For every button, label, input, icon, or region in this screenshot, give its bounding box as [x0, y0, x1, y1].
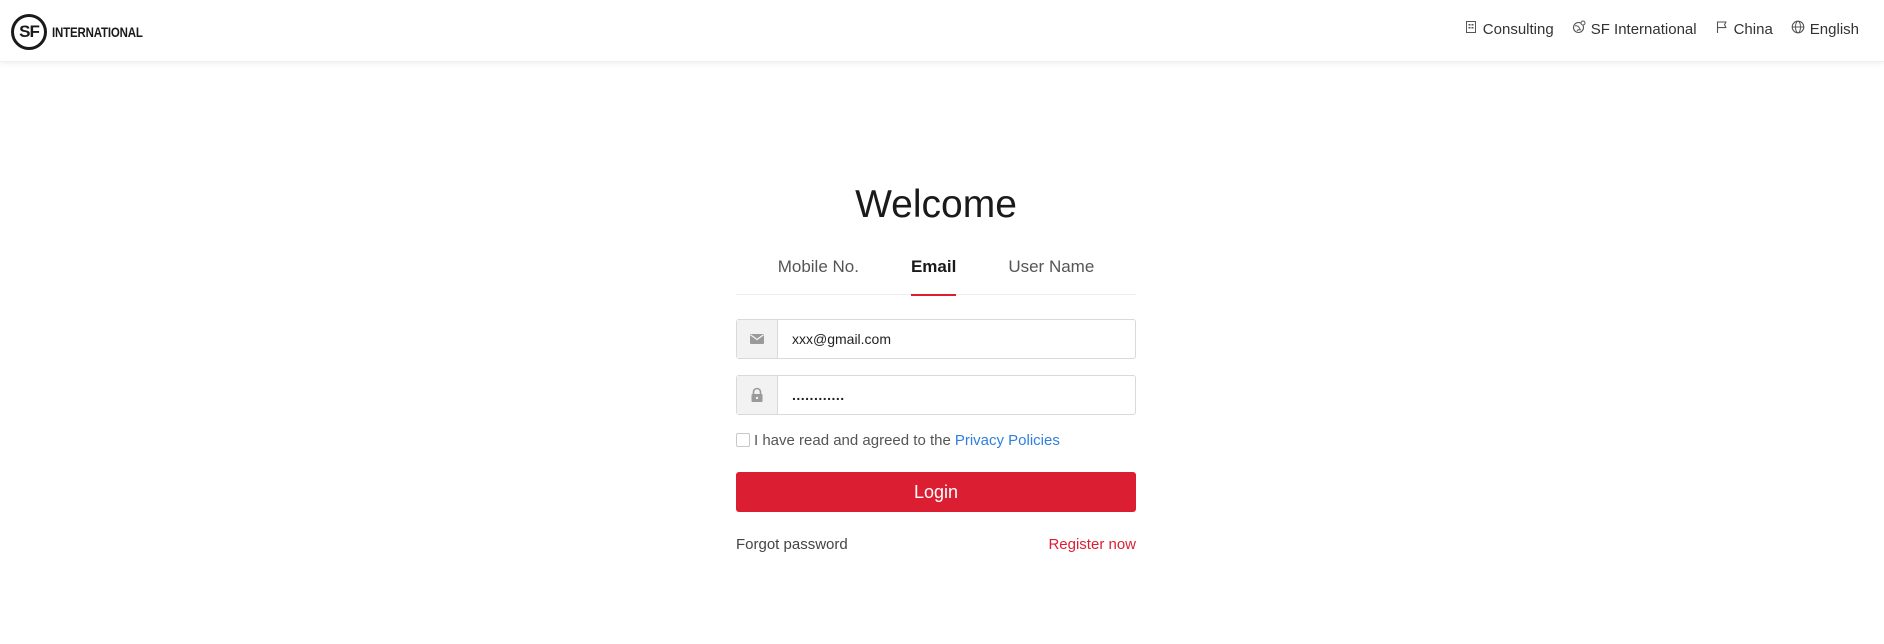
logo-text: INTERNATIONAL	[52, 24, 143, 40]
password-field-group	[736, 375, 1136, 415]
login-panel: Welcome Mobile No. Email User Name I hav…	[736, 180, 1136, 553]
page-title: Welcome	[855, 183, 1017, 226]
nav-english-label: English	[1809, 20, 1859, 38]
account-links: Forgot password Register now	[736, 536, 1136, 553]
globe-icon	[1791, 20, 1805, 38]
email-input[interactable]	[778, 320, 1135, 358]
top-header: SF INTERNATIONAL Consulting SF Internati…	[0, 0, 1884, 62]
nav-region-china[interactable]: China	[1715, 20, 1773, 38]
agreement-text: I have read and agreed to the	[754, 431, 951, 449]
building-icon	[1464, 20, 1478, 38]
nav-consulting-label: Consulting	[1482, 20, 1554, 38]
nav-sf-international-label: SF International	[1590, 20, 1697, 38]
agreement-checkbox[interactable]	[736, 433, 750, 447]
tab-user-name[interactable]: User Name	[1008, 249, 1094, 295]
register-now-link[interactable]: Register now	[1048, 536, 1136, 553]
tab-mobile-no[interactable]: Mobile No.	[778, 249, 859, 295]
login-method-tabs: Mobile No. Email User Name	[736, 249, 1136, 296]
nav-sf-international[interactable]: SF International	[1572, 20, 1697, 38]
tab-email[interactable]: Email	[910, 249, 957, 296]
mail-icon	[737, 320, 778, 358]
privacy-policies-link[interactable]: Privacy Policies	[955, 432, 1060, 449]
nav-language-english[interactable]: English	[1791, 20, 1859, 38]
top-nav: Consulting SF International China Englis…	[1464, 20, 1859, 38]
login-button[interactable]: Login	[736, 472, 1136, 512]
globe-pin-icon	[1572, 20, 1586, 38]
privacy-agreement: I have read and agreed to the Privacy Po…	[736, 430, 1136, 450]
forgot-password-link[interactable]: Forgot password	[736, 536, 848, 553]
sf-international-logo[interactable]: SF INTERNATIONAL	[11, 14, 163, 50]
nav-china-label: China	[1733, 20, 1773, 38]
nav-consulting[interactable]: Consulting	[1464, 20, 1554, 38]
email-field-group	[736, 319, 1136, 359]
logo-mark: SF	[11, 14, 47, 50]
password-input[interactable]	[778, 376, 1135, 414]
lock-icon	[737, 376, 778, 414]
flag-icon	[1715, 20, 1729, 38]
